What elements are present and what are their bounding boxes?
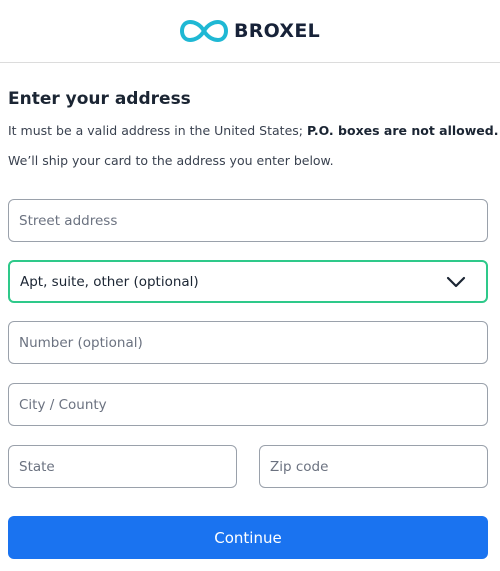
chevron-down-icon	[446, 276, 466, 287]
address-form: Enter your address It must be a valid ad…	[0, 88, 500, 559]
apt-suite-select[interactable]: Apt, suite, other (optional)	[8, 260, 488, 303]
shipping-note: We’ll ship your card to the address you …	[8, 153, 334, 168]
city-county-placeholder: City / County	[19, 396, 107, 413]
intro-text-bold: P.O. boxes are not allowed.	[306, 123, 499, 138]
state-input[interactable]: State	[8, 445, 237, 488]
zip-code-placeholder: Zip code	[270, 458, 329, 475]
intro-text: It must be a valid address in the United…	[8, 123, 498, 139]
street-address-input[interactable]: Street address	[8, 199, 488, 242]
intro-text-plain: It must be a valid address in the United…	[8, 123, 307, 138]
continue-button[interactable]: Continue	[8, 516, 488, 559]
brand-logo: BROXEL	[179, 19, 321, 43]
apt-suite-value: Apt, suite, other (optional)	[20, 273, 199, 290]
page-title: Enter your address	[8, 89, 191, 109]
zip-code-input[interactable]: Zip code	[259, 445, 488, 488]
header: BROXEL	[0, 0, 500, 63]
street-address-placeholder: Street address	[19, 212, 118, 229]
state-placeholder: State	[19, 458, 55, 475]
number-input[interactable]: Number (optional)	[8, 321, 488, 364]
number-placeholder: Number (optional)	[19, 334, 143, 351]
brand-name: BROXEL	[233, 20, 321, 42]
city-county-input[interactable]: City / County	[8, 383, 488, 426]
infinity-icon	[179, 19, 228, 43]
state-zip-row: State Zip code	[8, 445, 488, 488]
